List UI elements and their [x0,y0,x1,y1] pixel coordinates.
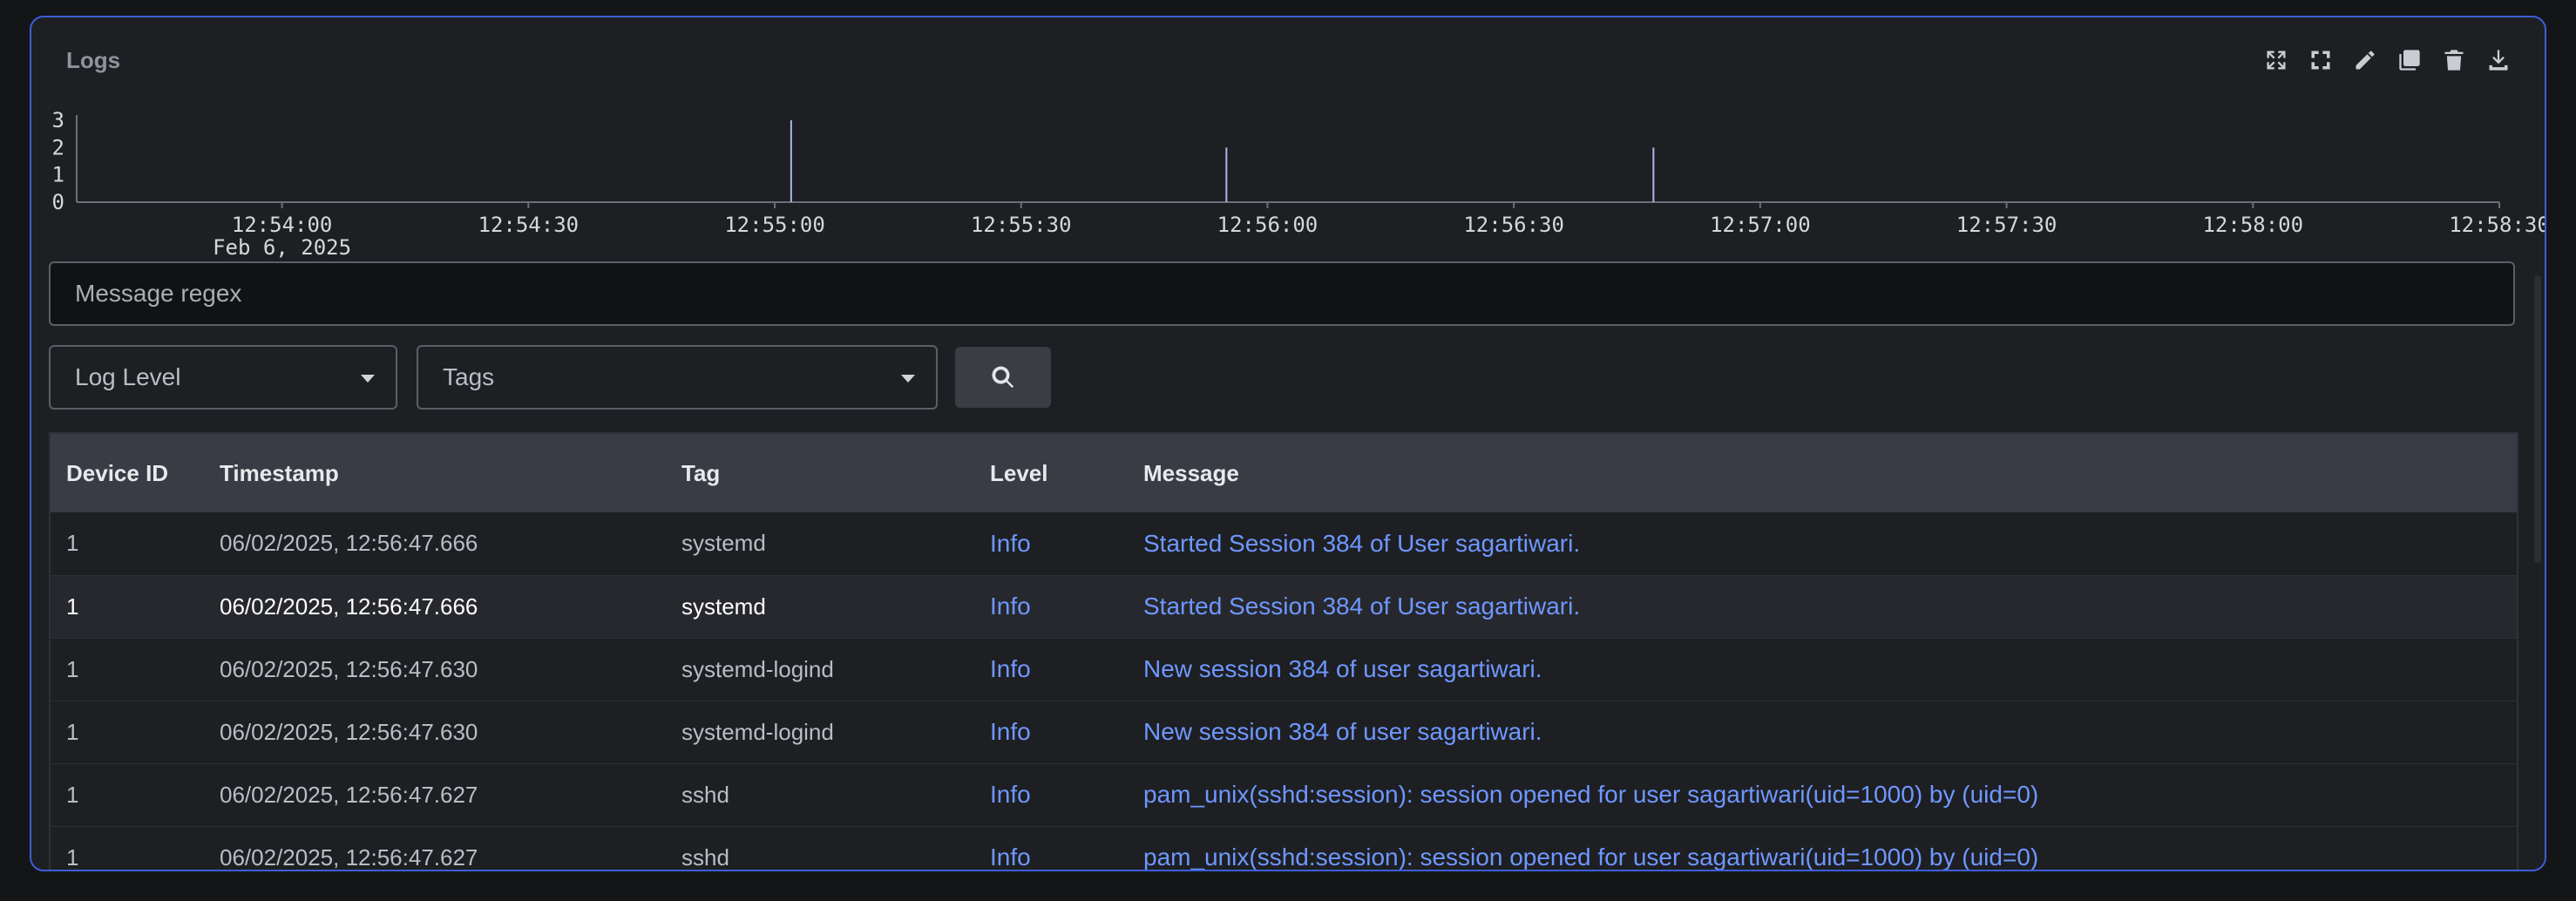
message-cell: New session 384 of user sagartiwari. [1143,655,1542,682]
device-id-cell: 1 [66,843,79,871]
x-tick-label: 12:55:00 [724,213,825,237]
table-row[interactable]: 1 06/02/2025, 12:56:47.627 sshd Info pam… [51,763,2517,826]
tag-cell: systemd-logind [681,718,834,745]
fullscreen-icon[interactable] [2306,45,2335,75]
tag-cell: systemd-logind [681,655,834,682]
message-regex-input[interactable] [49,261,2515,326]
table-row[interactable]: 1 06/02/2025, 12:56:47.630 systemd-login… [51,638,2517,701]
device-id-cell: 1 [66,718,79,745]
search-icon [992,366,1014,389]
tag-cell: systemd [681,593,766,620]
level-cell: Info [990,593,1031,620]
logs-histogram-chart: 3 2 1 0 12:54:00 12:54:30 12:55:00 12:55:30 12:5… [52,108,2545,260]
logs-table: Device ID Timestamp Tag Level Message 1 … [49,432,2518,871]
x-tick-label: 12:57:30 [1956,213,2057,237]
tags-label: Tags [443,363,495,390]
edit-icon[interactable] [2350,45,2380,75]
timestamp-cell: 06/02/2025, 12:56:47.666 [220,593,478,620]
device-id-cell: 1 [66,593,79,620]
y-tick-label: 0 [52,190,64,214]
tags-select[interactable]: Tags [417,345,938,410]
chevron-down-icon [901,375,915,383]
tag-cell: systemd [681,530,766,557]
table-row[interactable]: 1 06/02/2025, 12:56:47.666 systemd Info … [51,575,2517,638]
level-cell: Info [990,655,1031,682]
tag-cell: sshd [681,781,729,808]
panel-title: Logs [66,47,121,73]
delete-icon[interactable] [2439,45,2469,75]
level-cell: Info [990,781,1031,808]
expand-icon[interactable] [2261,45,2291,75]
timestamp-cell: 06/02/2025, 12:56:47.627 [220,843,478,871]
x-tick-label: 12:57:00 [1710,213,1811,237]
log-level-label: Log Level [75,363,181,390]
timestamp-cell: 06/02/2025, 12:56:47.630 [220,718,478,745]
duplicate-icon[interactable] [2395,45,2424,75]
column-header-timestamp[interactable]: Timestamp [204,434,666,512]
message-cell: Started Session 384 of User sagartiwari. [1143,529,1581,557]
message-cell: pam_unix(sshd:session): session opened f… [1143,781,2039,808]
log-level-select[interactable]: Log Level [49,345,397,410]
message-cell: New session 384 of user sagartiwari. [1143,718,1542,745]
x-tick-label: 12:56:00 [1217,213,1319,237]
column-header-tag[interactable]: Tag [666,434,974,512]
x-tick-label: 12:58:30 [2449,213,2545,237]
table-row[interactable]: 1 06/02/2025, 12:56:47.666 systemd Info … [51,512,2517,575]
x-tick-label: 12:58:00 [2202,213,2303,237]
y-tick-label: 2 [52,135,64,159]
device-id-cell: 1 [66,655,79,682]
device-id-cell: 1 [66,530,79,557]
device-id-cell: 1 [66,781,79,808]
y-tick-label: 3 [52,108,64,132]
level-cell: Info [990,718,1031,745]
table-header-row: Device ID Timestamp Tag Level Message [51,434,2517,512]
panel-scrollbar[interactable] [2534,275,2541,563]
message-cell: Started Session 384 of User sagartiwari. [1143,593,1581,620]
tag-cell: sshd [681,843,729,871]
x-date-label: Feb 6, 2025 [213,235,351,260]
column-header-message[interactable]: Message [1128,434,2517,512]
y-tick-label: 1 [52,163,64,187]
search-button[interactable] [955,347,1051,408]
x-tick-label: 12:56:30 [1463,213,1564,237]
x-tick-label: 12:55:30 [971,213,1072,237]
timestamp-cell: 06/02/2025, 12:56:47.627 [220,781,478,808]
timestamp-cell: 06/02/2025, 12:56:47.630 [220,655,478,682]
column-header-device-id[interactable]: Device ID [51,434,204,512]
x-tick-label: 12:54:00 [232,213,333,237]
message-cell: pam_unix(sshd:session): session opened f… [1143,843,2039,871]
panel-toolbar [2261,45,2513,75]
download-icon[interactable] [2484,45,2513,75]
x-tick-label: 12:54:30 [478,213,580,237]
column-header-level[interactable]: Level [974,434,1128,512]
logs-panel: Logs 3 2 1 0 12:54:00 12:54:30 12:55:00 12:55:3… [30,16,2546,871]
level-cell: Info [990,843,1031,871]
table-row[interactable]: 1 06/02/2025, 12:56:47.627 sshd Info pam… [51,826,2517,871]
level-cell: Info [990,529,1031,557]
timestamp-cell: 06/02/2025, 12:56:47.666 [220,530,478,557]
chevron-down-icon [361,375,375,383]
table-row[interactable]: 1 06/02/2025, 12:56:47.630 systemd-login… [51,701,2517,763]
